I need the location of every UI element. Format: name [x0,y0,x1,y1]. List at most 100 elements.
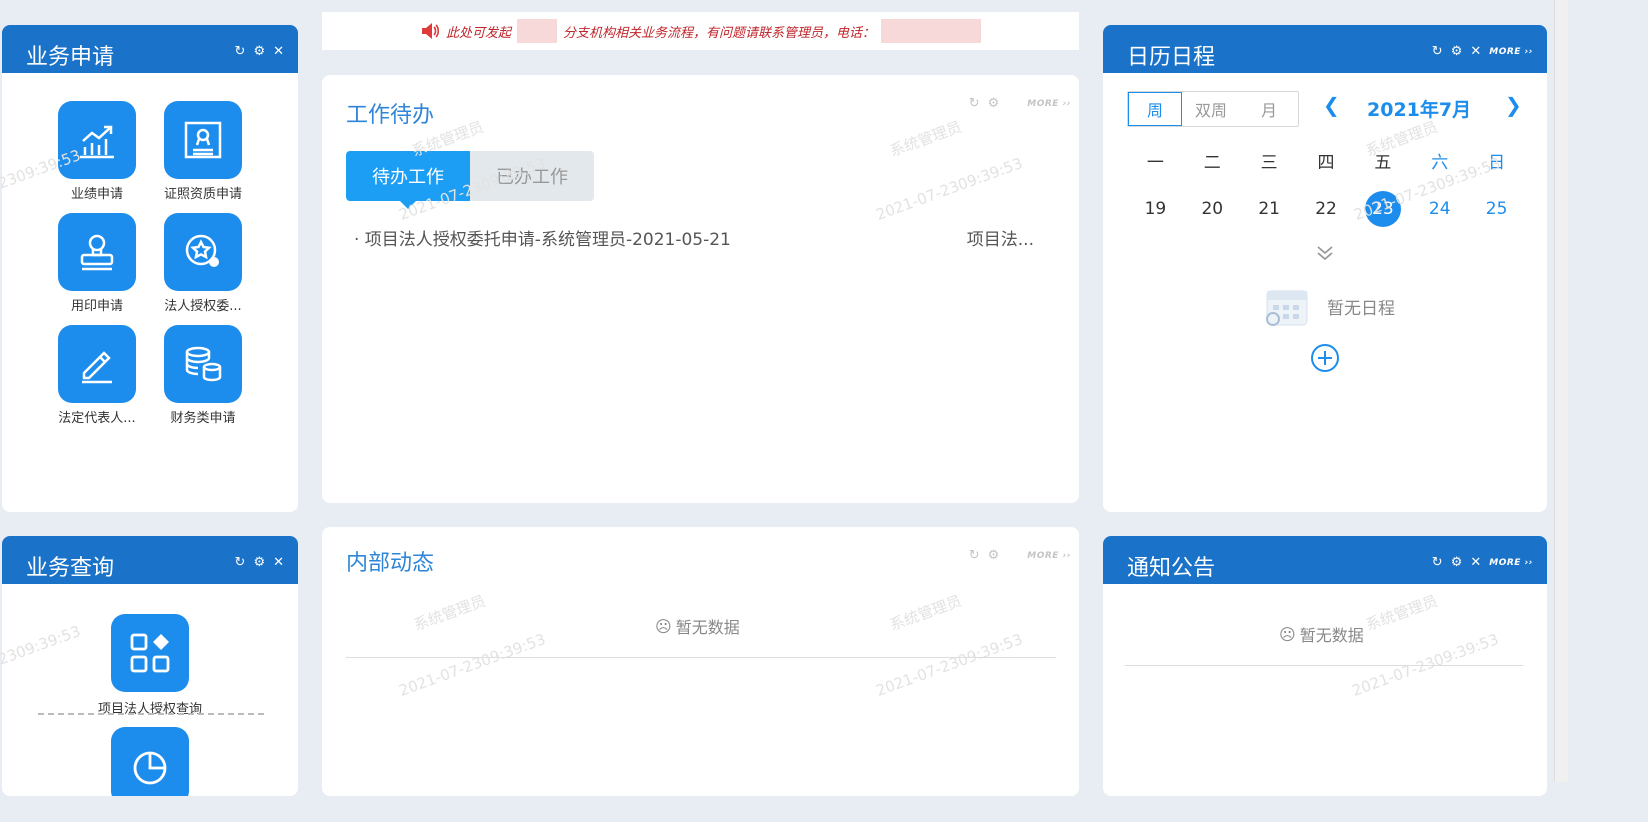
redacted-block [517,19,557,43]
divider [1125,665,1523,666]
weekday-label: 三 [1260,153,1278,173]
refresh-icon[interactable]: ↻ [235,556,246,570]
app-tile-performance[interactable]: 业绩申请 [42,101,152,202]
calendar-day-today[interactable]: 23 [1354,191,1411,227]
gear-icon[interactable]: ⚙ [253,45,265,59]
calendar-mode-switch: 周 双周 月 [1127,91,1299,127]
todo-item-type: 项目法... [966,230,1034,250]
app-tile-auth-query[interactable]: 项目法人授权查询 [95,614,205,717]
chevron-left-icon[interactable]: ❮ [1323,93,1340,117]
empty-state-text: 暂无数据 [1299,626,1364,645]
weekday-label: 二 [1203,153,1221,173]
panel-title: 日历日程 [1127,45,1216,70]
more-link[interactable]: MORE ›› [1489,556,1533,570]
weekday-label: 日 [1488,153,1506,173]
app-label: 用印申请 [70,299,123,314]
business-query-panel: 业务查询 ↻ ⚙ ✕ 项目法人授权查询 [2,536,298,796]
add-circle-icon [1311,344,1339,372]
app-tile-authorization[interactable]: 法人授权委... [148,213,258,314]
grid-apps-icon [111,614,189,692]
gear-icon[interactable]: ⚙ [1451,556,1463,570]
app-tile-certificate[interactable]: 证照资质申请 [148,101,258,202]
empty-schedule-text: 暂无日程 [1327,298,1395,319]
expand-down-icon[interactable] [1315,243,1335,263]
todo-tabs: 待办工作 已办工作 [346,151,594,209]
refresh-icon[interactable]: ↻ [969,97,980,111]
weekday-label: 一 [1146,153,1164,173]
app-tile-finance[interactable]: 财务类申请 [148,325,258,426]
stamp-icon [58,213,136,291]
notice-bar: 此处可发起 分支机构相关业务流程，有问题请联系管理员，电话： [322,12,1079,50]
page-scrollbar[interactable] [1554,0,1568,782]
refresh-icon[interactable]: ↻ [1432,45,1443,59]
app-label: 法定代表人... [58,411,136,426]
app-tile-pie-report[interactable] [95,727,205,796]
close-icon[interactable]: ✕ [273,556,284,570]
close-icon[interactable]: ✕ [1470,556,1481,570]
panel-header: 通知公告 ↻ ⚙ ✕ MORE ›› [1103,536,1547,584]
mode-month[interactable]: 月 [1240,92,1298,126]
gear-icon[interactable]: ⚙ [253,556,265,570]
redacted-phone [881,19,982,43]
calendar-day[interactable]: 19 [1127,191,1184,227]
tab-done[interactable]: 已办工作 [470,151,594,201]
close-icon[interactable]: ✕ [273,45,284,59]
panel-title: 业务申请 [26,45,115,70]
close-icon[interactable]: ✕ [1470,45,1481,59]
calendar-day[interactable]: 22 [1298,191,1355,227]
app-label: 证照资质申请 [163,187,242,202]
speaker-icon [421,23,440,39]
panel-title: 工作待办 [346,103,435,128]
refresh-icon[interactable]: ↻ [235,45,246,59]
gear-icon[interactable]: ⚙ [988,549,1000,563]
more-link[interactable]: MORE ›› [1027,549,1071,563]
mode-week[interactable]: 周 [1128,92,1182,126]
app-label: 法人授权委... [164,299,242,314]
tab-todo[interactable]: 待办工作 [346,151,470,209]
pen-icon [58,325,136,403]
todo-item-title: · 项目法人授权委托申请-系统管理员-2021-05-21 [354,230,731,250]
refresh-icon[interactable]: ↻ [1432,556,1443,570]
empty-schedule: 暂无日程 [1259,283,1395,329]
panel-header: 业务查询 ↻ ⚙ ✕ [2,536,298,584]
more-link[interactable]: MORE ›› [1027,97,1071,111]
add-schedule-button[interactable] [1310,343,1340,373]
calendar-day[interactable]: 24 [1411,191,1468,227]
certificate-icon [164,101,242,179]
mode-two-weeks[interactable]: 双周 [1182,92,1240,126]
announcements-panel: 通知公告 ↻ ⚙ ✕ MORE ›› ☹ 暂无数据 [1103,536,1547,796]
panel-header: 日历日程 ↻ ⚙ ✕ MORE ›› [1103,25,1547,73]
notice-text-end: 分支机构相关业务流程，有问题请联系管理员，电话： [563,25,876,41]
sad-face-icon: ☹ [1279,624,1296,644]
weekday-label: 六 [1431,153,1449,173]
empty-state: ☹ 暂无数据 [655,614,740,638]
gear-icon[interactable]: ⚙ [1451,45,1463,59]
refresh-icon[interactable]: ↻ [969,549,980,563]
empty-state-text: 暂无数据 [675,618,740,637]
week-days-row: 19 20 21 22 23 24 25 [1127,191,1525,227]
gear-icon[interactable]: ⚙ [988,97,1000,111]
pie-chart-icon [111,727,189,796]
divider [346,657,1056,658]
work-todo-panel: 工作待办 ↻ ⚙ MORE ›› 待办工作 已办工作 · 项目法人授权委托申请-… [322,75,1079,503]
business-apply-panel: 业务申请 ↻ ⚙ ✕ 业绩申请 证照资质申请 用印申请 法人授权委... 法定代… [2,25,298,512]
calendar-day[interactable]: 25 [1468,191,1525,227]
app-tile-stamp[interactable]: 用印申请 [42,213,152,314]
calendar-month-label: 2021年7月 [1367,99,1472,121]
chevron-right-icon[interactable]: ❯ [1505,93,1522,117]
app-tile-legal-rep[interactable]: 法定代表人... [42,325,152,426]
notice-text-start: 此处可发起 [445,25,511,41]
panel-title: 内部动态 [346,551,435,576]
app-label: 财务类申请 [170,411,236,426]
weekday-label: 五 [1374,153,1392,173]
calendar-day[interactable]: 20 [1184,191,1241,227]
todo-item[interactable]: · 项目法人授权委托申请-系统管理员-2021-05-21 项目法... [354,225,1034,250]
calendar-day[interactable]: 21 [1241,191,1298,227]
more-link[interactable]: MORE ›› [1489,45,1533,59]
calendar-body: 周 双周 月 ❮ 2021年7月 ❯ 一 二 三 四 五 六 日 19 20 2… [1103,73,1547,512]
internal-news-panel: 内部动态 ↻ ⚙ MORE ›› ☹ 暂无数据 [322,527,1079,796]
panel-header: 业务申请 ↻ ⚙ ✕ [2,25,298,73]
weekday-label: 四 [1317,153,1335,173]
empty-state: ☹ 暂无数据 [1279,622,1364,646]
divider [38,713,264,715]
